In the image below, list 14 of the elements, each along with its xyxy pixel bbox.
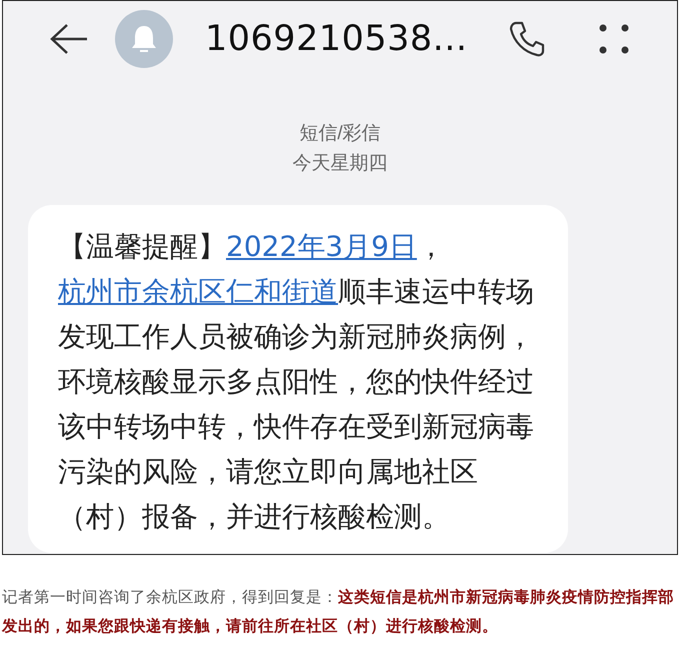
message-link[interactable]: 2022年3月9日 <box>226 230 417 263</box>
message-type-label: 短信/彩信 <box>299 122 381 146</box>
sender-number: 1069210538... <box>205 19 468 59</box>
caption-paragraph: 记者第一时间咨询了余杭区政府，得到回复是：这类短信是杭州市新冠病毒肺炎疫情防控指挥部发出的，如果您跟快递有接触，请前往所在社区（村）进行核酸检测。 <box>2 587 675 637</box>
back-button[interactable] <box>49 23 89 55</box>
bell-icon <box>130 24 158 54</box>
call-button[interactable] <box>508 20 546 58</box>
more-menu-button[interactable] <box>598 23 630 55</box>
back-arrow-icon <box>49 23 89 55</box>
message-link[interactable]: 杭州市余杭区仁和街道 <box>58 275 338 308</box>
menu-dots-icon <box>598 23 630 55</box>
phone-icon <box>508 20 546 58</box>
message-text: 【温馨提醒】2022年3月9日， 杭州市余杭区仁和街道顺丰速运中转场发现工作人员被确诊为新冠肺炎病例，环境核酸显示多点阳性，您的快件经过该中转场中转，快件存在受到新冠病毒污染的风险，请您立即向属地社区（村）报备，并进行核酸检测。 <box>58 229 535 535</box>
date-label: 今天星期四 <box>292 152 388 176</box>
